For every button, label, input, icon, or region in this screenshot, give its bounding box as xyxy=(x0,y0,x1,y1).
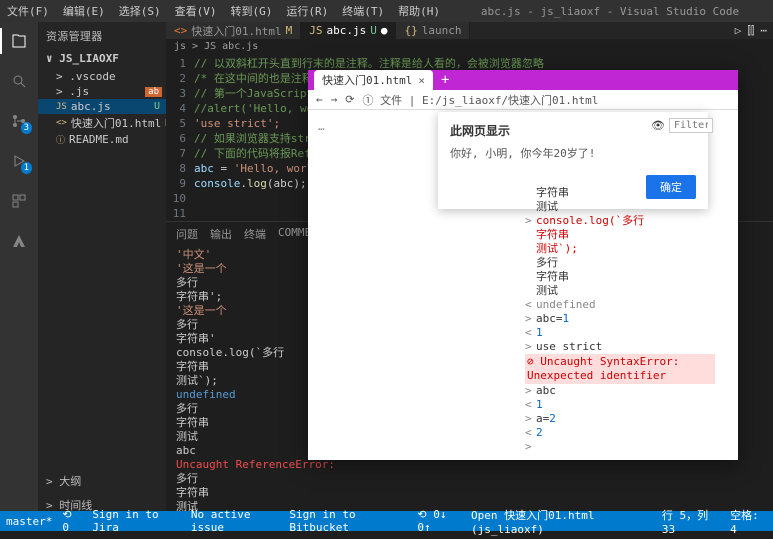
indent[interactable]: 空格: 4 xyxy=(730,507,767,536)
filter-input[interactable] xyxy=(669,118,713,133)
menu-item[interactable]: 运行(R) xyxy=(279,0,335,22)
panel-tab[interactable]: 问题 xyxy=(176,226,198,242)
project-name[interactable]: ∨ JS_LIAOXF xyxy=(38,50,166,67)
debug-icon[interactable]: 1 xyxy=(8,150,30,172)
editor-tab[interactable]: {} launch xyxy=(396,22,470,39)
sidebar-header: 资源管理器 xyxy=(38,22,166,50)
menu-bar[interactable]: 文件(F)编辑(E)选择(S)查看(V)转到(G)运行(R)终端(T)帮助(H) xyxy=(0,0,447,22)
menu-item[interactable]: 选择(S) xyxy=(112,0,168,22)
run-icon[interactable]: ▷ xyxy=(735,24,742,38)
window-title: abc.js - js_liaoxf - Visual Studio Code xyxy=(447,5,773,18)
close-icon[interactable]: × xyxy=(418,74,425,87)
split-icon[interactable]: ⫿⫿ xyxy=(747,24,754,38)
browser-window: 快速入门01.html× + ← → ⟳ ① 文件 | E:/js_liaoxf… xyxy=(308,70,738,460)
status-bar[interactable]: master* ⟲ 0 Sign in to Jira No active is… xyxy=(0,511,773,531)
menu-item[interactable]: 终端(T) xyxy=(335,0,391,22)
file-item[interactable]: <> 快速入门01.htmlM xyxy=(38,114,166,132)
back-icon[interactable]: ← xyxy=(316,93,323,106)
extensions-icon[interactable] xyxy=(8,190,30,212)
devtools-eye-icon[interactable]: 👁 xyxy=(651,119,665,133)
address-bar[interactable]: ① 文件 | E:/js_liaoxf/快速入门01.html xyxy=(362,92,730,108)
panel-tab[interactable]: 终端 xyxy=(244,226,266,242)
menu-item[interactable]: 编辑(E) xyxy=(56,0,112,22)
sidebar: 资源管理器 ∨ JS_LIAOXF > .vscode> .jsabJS abc… xyxy=(38,22,166,511)
menu-item[interactable]: 帮助(H) xyxy=(391,0,447,22)
browser-tabbar: 快速入门01.html× + xyxy=(308,70,738,90)
fwd-icon[interactable]: → xyxy=(331,93,338,106)
scm-icon[interactable]: 3 xyxy=(8,110,30,132)
menu-item[interactable]: 转到(G) xyxy=(224,0,280,22)
new-tab-icon[interactable]: + xyxy=(433,72,457,88)
explorer-icon[interactable] xyxy=(8,30,30,52)
activity-bar: 3 1 xyxy=(0,22,38,511)
panel-tab[interactable]: 输出 xyxy=(210,226,232,242)
file-item[interactable]: ⓘ README.md xyxy=(38,132,166,147)
editor-tab[interactable]: JS abc.js U ● xyxy=(301,22,396,39)
file-item[interactable]: > .vscode xyxy=(38,69,166,84)
git-branch[interactable]: master* xyxy=(6,515,52,528)
menu-item[interactable]: 文件(F) xyxy=(0,0,56,22)
file-item[interactable]: > .jsab xyxy=(38,84,166,99)
search-icon[interactable] xyxy=(8,70,30,92)
more-icon[interactable]: ⋯ xyxy=(760,24,767,38)
editor-tab[interactable]: <> 快速入门01.html M xyxy=(166,22,301,39)
editor-tabs: <> 快速入门01.html MJS abc.js U ●{} launch ▷ ⫿… xyxy=(166,22,773,39)
file-item[interactable]: JS abc.jsU xyxy=(38,99,166,114)
cursor-pos[interactable]: 行 5，列 33 xyxy=(662,507,720,536)
devtools-console[interactable]: 👁 字符串测试>console.log(`多行字符串测试`);多行字符串测试<u… xyxy=(525,116,715,454)
browser-toolbar: ← → ⟳ ① 文件 | E:/js_liaoxf/快速入门01.html xyxy=(308,90,738,110)
atlassian-icon[interactable] xyxy=(8,230,30,252)
reload-icon[interactable]: ⟳ xyxy=(345,93,354,106)
menu-item[interactable]: 查看(V) xyxy=(168,0,224,22)
browser-tab[interactable]: 快速入门01.html× xyxy=(314,70,433,90)
outline-section[interactable]: > 大纲 xyxy=(38,469,166,493)
breadcrumb[interactable]: js > JS abc.js xyxy=(166,39,773,54)
